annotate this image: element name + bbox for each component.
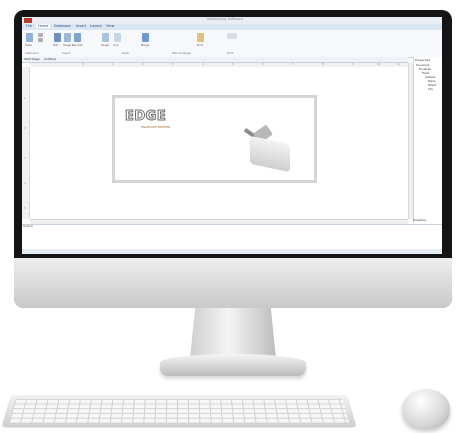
tree-item[interactable]: Fields <box>422 72 429 75</box>
group-clipboard: Clipboard <box>25 51 39 55</box>
tab-start-page[interactable]: Start Page <box>24 57 40 61</box>
tree-item[interactable]: City <box>428 88 433 91</box>
menu-insert[interactable]: Insert <box>74 24 88 28</box>
tree-item[interactable]: Document <box>416 64 429 67</box>
ruler-tick: 1 <box>24 97 26 100</box>
panel-bottom-tab[interactable]: Properties <box>413 219 426 222</box>
tree-item[interactable]: Address <box>425 76 435 79</box>
image-button[interactable] <box>64 33 71 42</box>
line-button[interactable] <box>114 33 121 42</box>
barcode-label: Barcode <box>72 44 83 47</box>
ruler-tick: 10 <box>377 63 381 66</box>
menu-layout[interactable]: Layout <box>88 24 104 28</box>
menu-view[interactable]: View <box>104 24 116 28</box>
output-pane <box>22 224 442 239</box>
monitor-stand-base <box>160 354 306 376</box>
monitor-chin <box>14 258 452 308</box>
monitor-stand-neck <box>190 308 276 358</box>
copy-button[interactable] <box>38 38 43 42</box>
merge-label: Merge <box>141 44 150 47</box>
status-bar <box>22 249 442 254</box>
app-logo-icon[interactable] <box>24 18 32 23</box>
ruler-tick: 2 <box>24 127 26 130</box>
print-button[interactable] <box>197 33 204 42</box>
ruler-tick: 3 <box>24 157 26 160</box>
menu-home[interactable]: Home <box>36 24 51 28</box>
ruler-tick: 5 <box>24 207 26 210</box>
text-label: Text <box>53 44 59 47</box>
tree-item[interactable]: Envelope <box>419 68 431 71</box>
window-title: Addressing Software <box>207 17 243 21</box>
shape-label: Shape <box>101 44 110 47</box>
ruler-tick: 4 <box>202 63 204 66</box>
ruler-tick: 2 <box>142 63 144 66</box>
tab-untitled[interactable]: Untitled <box>44 57 56 61</box>
ruler-tick: 3 <box>172 63 174 66</box>
brand-logo: EDGE <box>124 109 167 124</box>
paste-label: Paste <box>25 44 33 47</box>
line-label: Line <box>113 44 119 47</box>
barcode-button[interactable] <box>74 33 81 42</box>
keyboard-keys <box>8 398 350 424</box>
tree-item[interactable]: Street <box>428 84 436 87</box>
print-options-button[interactable] <box>227 33 237 39</box>
ruler-tick: 0 <box>82 63 84 66</box>
tree-item[interactable]: Name <box>428 80 436 83</box>
text-button[interactable] <box>54 33 61 42</box>
group-print: Print <box>227 51 234 55</box>
ruler-tick: 11 <box>397 63 401 66</box>
ruler-tick: 1 <box>112 63 114 66</box>
menu-database[interactable]: Database <box>52 24 73 28</box>
merge-button[interactable] <box>142 33 149 42</box>
image-label: Image <box>63 44 72 47</box>
mouse <box>402 389 450 429</box>
ruler-left <box>22 67 30 219</box>
brand-subtitle: ENVELOPE PRINTER <box>141 125 171 129</box>
group-mail-design: Mail & Design <box>172 51 192 55</box>
paste-button[interactable] <box>26 33 33 42</box>
group-data: Data <box>122 51 129 55</box>
menu-file[interactable]: File <box>24 24 34 28</box>
ruler-tick: 8 <box>322 63 324 66</box>
ruler-tick: 9 <box>352 63 354 66</box>
panel-title: Properties <box>415 58 431 62</box>
shape-button[interactable] <box>102 33 109 42</box>
ruler-tick: 5 <box>232 63 234 66</box>
envelope-design[interactable]: EDGE ENVELOPE PRINTER <box>112 95 317 183</box>
ruler-tick: 4 <box>24 182 26 185</box>
group-insert: Insert <box>62 51 71 55</box>
ruler-tick: 6 <box>262 63 264 66</box>
ruler-tick: 7 <box>292 63 294 66</box>
output-label: Output <box>23 224 33 228</box>
print-label: Print <box>197 44 203 47</box>
cut-button[interactable] <box>38 33 43 37</box>
screen: Addressing Software File Home Database I… <box>22 17 442 254</box>
printer-image <box>250 135 290 173</box>
